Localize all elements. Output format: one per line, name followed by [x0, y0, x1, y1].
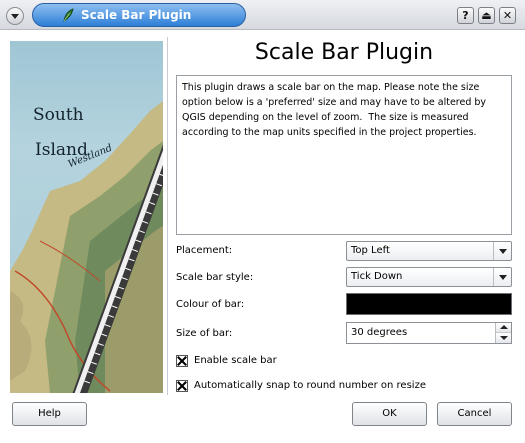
page-title: Scale Bar Plugin	[254, 40, 434, 65]
snap-label: Automatically snap to round number on re…	[194, 380, 426, 391]
title-bar: Scale Bar Plugin ? ⏏ ✕	[0, 0, 525, 30]
help-icon[interactable]: ?	[457, 7, 474, 24]
spin-down-icon[interactable]	[495, 333, 511, 343]
enable-label: Enable scale bar	[194, 355, 277, 366]
style-select[interactable]: Tick Down	[346, 267, 512, 287]
placement-value: Top Left	[351, 245, 390, 256]
placement-label: Placement:	[176, 245, 233, 256]
shade-icon[interactable]: ⏏	[478, 7, 495, 24]
snap-checkbox[interactable]	[176, 380, 188, 392]
colour-button[interactable]	[346, 293, 512, 315]
placement-select[interactable]: Top Left	[346, 241, 512, 261]
help-button[interactable]: Help	[12, 402, 87, 426]
chevron-down-icon	[493, 242, 511, 260]
panel-divider	[167, 37, 168, 395]
size-value: 30 degrees	[351, 327, 408, 338]
description-text[interactable]: This plugin draws a scale bar on the map…	[176, 75, 512, 235]
spin-up-icon[interactable]	[495, 323, 511, 333]
map-graphic	[10, 41, 163, 393]
chevron-down-icon	[493, 268, 511, 286]
plugin-leaf-icon	[63, 8, 74, 22]
size-spinbox[interactable]: 30 degrees	[346, 322, 512, 344]
close-icon[interactable]: ✕	[499, 7, 516, 24]
map-illustration: South Island Westland	[10, 41, 163, 393]
cancel-button[interactable]: Cancel	[437, 402, 512, 426]
style-label: Scale bar style:	[176, 272, 254, 283]
map-label-south: South	[33, 105, 84, 125]
window-menu-button[interactable]	[6, 7, 24, 25]
style-value: Tick Down	[351, 271, 403, 282]
size-label: Size of bar:	[176, 328, 233, 339]
ok-button[interactable]: OK	[352, 402, 427, 426]
colour-label: Colour of bar:	[176, 299, 245, 310]
enable-checkbox[interactable]	[176, 355, 188, 367]
